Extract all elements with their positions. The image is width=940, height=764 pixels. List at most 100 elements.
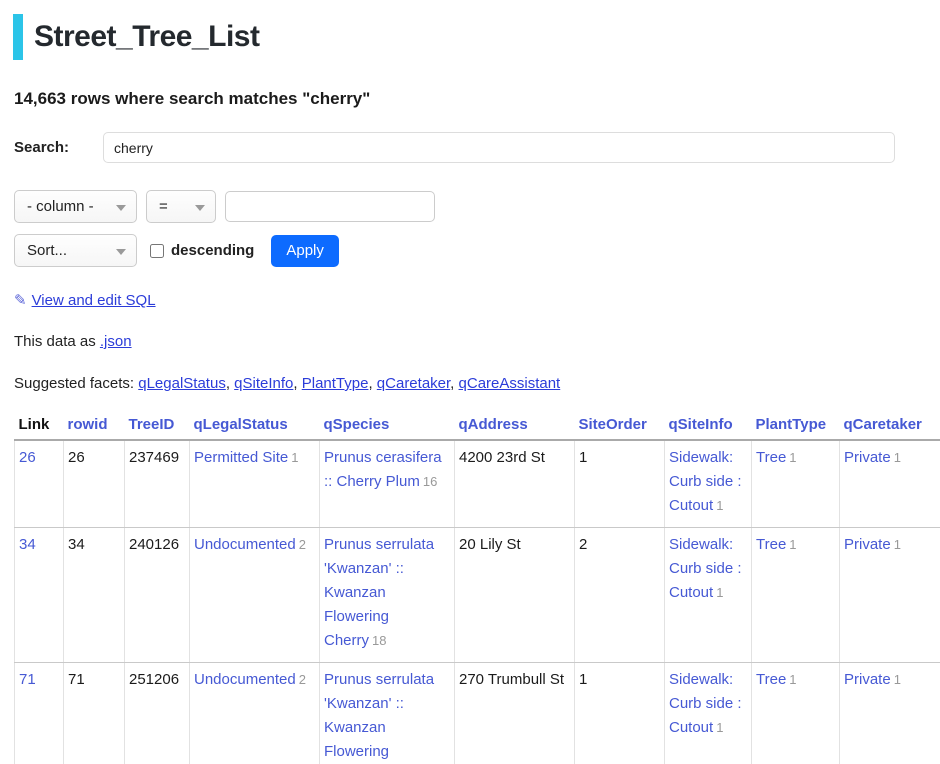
facet-link-qcaretaker[interactable]: qCaretaker bbox=[377, 375, 450, 392]
sort-column-link[interactable]: qSpecies bbox=[324, 416, 390, 433]
cell-qaddress: 4200 23rd St bbox=[455, 440, 575, 528]
cell-qcaretaker: Private1 bbox=[840, 528, 940, 663]
apply-button[interactable]: Apply bbox=[271, 235, 339, 267]
cell-siteorder: 2 bbox=[575, 528, 665, 663]
facet-link-qsiteinfo[interactable]: qSiteInfo bbox=[234, 375, 293, 392]
filter-column-select[interactable]: - column - bbox=[14, 190, 137, 223]
cell-treeid: 237469 bbox=[125, 440, 190, 528]
cell-link: 71 bbox=[15, 663, 64, 764]
sort-column-link[interactable]: rowid bbox=[68, 416, 108, 433]
qspecies-value-link[interactable]: Prunus serrulata 'Kwanzan' :: Kwanzan Fl… bbox=[324, 671, 434, 764]
descending-checkbox[interactable] bbox=[150, 244, 164, 258]
view-edit-sql-link[interactable]: View and edit SQL bbox=[32, 292, 156, 309]
suggested-facets: Suggested facets: qLegalStatus, qSiteInf… bbox=[14, 375, 940, 392]
facet-count: 1 bbox=[894, 672, 901, 687]
facets-prefix: Suggested facets: bbox=[14, 375, 138, 392]
column-header-siteorder: SiteOrder bbox=[575, 414, 665, 440]
pencil-icon: ✎ bbox=[14, 292, 27, 309]
facet-count: 1 bbox=[716, 720, 723, 735]
cell-rowid: 26 bbox=[64, 440, 125, 528]
facet-count: 1 bbox=[789, 672, 796, 687]
sql-link-row: ✎ View and edit SQL bbox=[14, 291, 940, 309]
sort-column-link[interactable]: qSiteInfo bbox=[669, 416, 733, 433]
descending-label: descending bbox=[171, 242, 254, 259]
qcaretaker-value-link[interactable]: Private bbox=[844, 671, 891, 688]
facet-count: 2 bbox=[299, 537, 306, 552]
sort-select-value: Sort... bbox=[27, 242, 67, 259]
search-label: Search: bbox=[14, 139, 103, 156]
chevron-down-icon bbox=[116, 249, 126, 255]
column-header-qsiteinfo: qSiteInfo bbox=[665, 414, 752, 440]
row-link[interactable]: 34 bbox=[19, 536, 36, 553]
cell-link: 26 bbox=[15, 440, 64, 528]
column-header-treeid: TreeID bbox=[125, 414, 190, 440]
qlegalstatus-value-link[interactable]: Undocumented bbox=[194, 536, 296, 553]
facet-count: 1 bbox=[291, 450, 298, 465]
facet-link-planttype[interactable]: PlantType bbox=[302, 375, 369, 392]
planttype-value-link[interactable]: Tree bbox=[756, 671, 786, 688]
facet-count: 1 bbox=[716, 585, 723, 600]
facet-count: 16 bbox=[423, 474, 437, 489]
table-header-row: Linkrowid TreeID qLegalStatus qSpecies qAddr… bbox=[15, 414, 940, 440]
chevron-down-icon bbox=[116, 205, 126, 211]
qlegalstatus-value-link[interactable]: Undocumented bbox=[194, 671, 296, 688]
filter-value-input[interactable] bbox=[225, 191, 435, 222]
cell-qlegalstatus: Undocumented2 bbox=[190, 663, 320, 764]
sort-column-link[interactable]: qCaretaker bbox=[844, 416, 922, 433]
cell-qspecies: Prunus cerasifera :: Cherry Plum16 bbox=[320, 440, 455, 528]
sort-column-link[interactable]: qAddress bbox=[459, 416, 528, 433]
facet-link-qcareassistant[interactable]: qCareAssistant bbox=[459, 375, 561, 392]
sort-row: Sort... descending Apply bbox=[14, 234, 940, 267]
planttype-value-link[interactable]: Tree bbox=[756, 536, 786, 553]
data-as-prefix: This data as bbox=[14, 333, 100, 350]
column-header-qspecies: qSpecies bbox=[320, 414, 455, 440]
qcaretaker-value-link[interactable]: Private bbox=[844, 536, 891, 553]
cell-qsiteinfo: Sidewalk: Curb side : Cutout1 bbox=[665, 663, 752, 764]
page: Street_Tree_List 14,663 rows where searc… bbox=[0, 14, 940, 764]
filter-operator-select[interactable]: = bbox=[146, 190, 216, 223]
cell-link: 34 bbox=[15, 528, 64, 663]
column-header-link: Link bbox=[15, 414, 64, 440]
cell-siteorder: 1 bbox=[575, 440, 665, 528]
cell-planttype: Tree1 bbox=[752, 663, 840, 764]
qlegalstatus-value-link[interactable]: Permitted Site bbox=[194, 449, 288, 466]
cell-qaddress: 270 Trumbull St bbox=[455, 663, 575, 764]
row-link[interactable]: 26 bbox=[19, 449, 36, 466]
qsiteinfo-value-link[interactable]: Sidewalk: Curb side : Cutout bbox=[669, 536, 742, 601]
sort-column-link[interactable]: PlantType bbox=[756, 416, 827, 433]
facet-count: 18 bbox=[372, 633, 386, 648]
cell-qspecies: Prunus serrulata 'Kwanzan' :: Kwanzan Fl… bbox=[320, 528, 455, 663]
facet-count: 1 bbox=[716, 498, 723, 513]
cell-planttype: Tree1 bbox=[752, 528, 840, 663]
qsiteinfo-value-link[interactable]: Sidewalk: Curb side : Cutout bbox=[669, 449, 742, 514]
data-as-row: This data as .json bbox=[14, 333, 940, 350]
facet-count: 2 bbox=[299, 672, 306, 687]
cell-rowid: 71 bbox=[64, 663, 125, 764]
sort-column-link[interactable]: SiteOrder bbox=[579, 416, 647, 433]
sort-select[interactable]: Sort... bbox=[14, 234, 137, 267]
cell-qlegalstatus: Undocumented2 bbox=[190, 528, 320, 663]
sort-column-link[interactable]: TreeID bbox=[129, 416, 175, 433]
json-link[interactable]: .json bbox=[100, 333, 132, 350]
row-count-summary: 14,663 rows where search matches "cherry… bbox=[14, 89, 940, 109]
filter-row: - column - = bbox=[14, 190, 940, 223]
sort-column-link[interactable]: qLegalStatus bbox=[194, 416, 288, 433]
table-row: 2626237469Permitted Site1Prunus cerasife… bbox=[15, 440, 940, 528]
cell-siteorder: 1 bbox=[575, 663, 665, 764]
cell-qsiteinfo: Sidewalk: Curb side : Cutout1 bbox=[665, 528, 752, 663]
facet-link-qlegalstatus[interactable]: qLegalStatus bbox=[138, 375, 226, 392]
cell-planttype: Tree1 bbox=[752, 440, 840, 528]
row-link[interactable]: 71 bbox=[19, 671, 36, 688]
column-header-planttype: PlantType bbox=[752, 414, 840, 440]
search-input[interactable] bbox=[103, 132, 895, 163]
qsiteinfo-value-link[interactable]: Sidewalk: Curb side : Cutout bbox=[669, 671, 742, 736]
planttype-value-link[interactable]: Tree bbox=[756, 449, 786, 466]
filter-operator-value: = bbox=[159, 198, 168, 215]
cell-qsiteinfo: Sidewalk: Curb side : Cutout1 bbox=[665, 440, 752, 528]
facet-count: 1 bbox=[894, 537, 901, 552]
facet-count: 1 bbox=[789, 450, 796, 465]
page-title: Street_Tree_List bbox=[13, 14, 940, 60]
column-header-rowid: rowid bbox=[64, 414, 125, 440]
qcaretaker-value-link[interactable]: Private bbox=[844, 449, 891, 466]
search-form: Search: bbox=[14, 132, 895, 163]
